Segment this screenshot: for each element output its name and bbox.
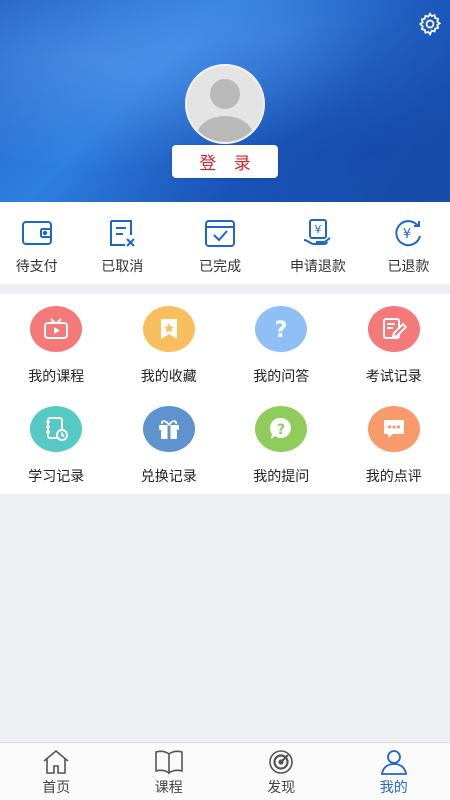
- svg-text:¥: ¥: [314, 223, 321, 236]
- play-tv-icon: [30, 306, 83, 352]
- tab-label: 发现: [267, 780, 296, 796]
- exam-pen-icon: [367, 306, 420, 352]
- wallet-icon: [20, 217, 54, 249]
- grid-item-my-questions[interactable]: ? 我的提问: [225, 394, 338, 494]
- avatar[interactable]: [185, 64, 265, 144]
- order-refunded[interactable]: ¥ 已退款: [367, 202, 450, 284]
- tab-home[interactable]: 首页: [0, 743, 113, 800]
- order-label: 已完成: [199, 259, 242, 275]
- grid-label: 我的问答: [253, 369, 310, 385]
- order-refund-request[interactable]: ¥ 申请退款: [269, 202, 367, 284]
- study-clock-icon: [30, 406, 83, 452]
- order-pending-payment[interactable]: 待支付: [0, 202, 73, 284]
- tab-mine[interactable]: 我的: [338, 743, 450, 800]
- order-label: 已退款: [387, 259, 430, 275]
- order-label: 待支付: [15, 259, 58, 275]
- order-status-bar: 待支付 已取消 已完成 ¥ 申请退款 ¥ 已退款: [0, 202, 450, 284]
- default-avatar-icon: [187, 66, 263, 142]
- login-button[interactable]: 登 录: [172, 145, 278, 178]
- refund-request-icon: ¥: [301, 217, 335, 249]
- order-completed[interactable]: 已完成: [171, 202, 269, 284]
- grid-item-my-qa[interactable]: ? 我的问答: [225, 294, 338, 394]
- comment-icon: [367, 406, 420, 452]
- grid-item-my-courses[interactable]: 我的课程: [0, 294, 113, 394]
- grid-item-exam-records[interactable]: 考试记录: [338, 294, 450, 394]
- grid-label: 学习记录: [28, 469, 85, 485]
- grid-item-study-records[interactable]: 学习记录: [0, 394, 113, 494]
- svg-text:?: ?: [277, 422, 285, 438]
- tab-label: 首页: [42, 780, 71, 796]
- grid-item-my-favorites[interactable]: 我的收藏: [113, 294, 226, 394]
- grid-label: 考试记录: [365, 369, 422, 385]
- svg-text:?: ?: [275, 318, 288, 342]
- grid-item-my-reviews[interactable]: 我的点评: [338, 394, 450, 494]
- tab-discover[interactable]: 发现: [225, 743, 338, 800]
- grid-label: 我的收藏: [140, 369, 197, 385]
- order-cancelled[interactable]: 已取消: [73, 202, 171, 284]
- order-label: 申请退款: [289, 259, 346, 275]
- svg-text:¥: ¥: [403, 227, 411, 242]
- cancelled-doc-icon: [105, 217, 139, 249]
- grid-label: 兑换记录: [140, 469, 197, 485]
- order-label: 已取消: [101, 259, 144, 275]
- user-icon: [380, 750, 407, 775]
- grid-item-redeem-records[interactable]: 兑换记录: [113, 394, 226, 494]
- grid-label: 我的提问: [253, 469, 310, 485]
- home-icon: [43, 749, 69, 774]
- settings-button[interactable]: [416, 10, 444, 38]
- completed-check-icon: [203, 217, 237, 249]
- bottom-tab-bar: 首页 课程 发现 我的: [0, 742, 450, 800]
- bookmark-star-icon: [142, 306, 195, 352]
- grid-label: 我的点评: [365, 469, 422, 485]
- book-icon: [154, 750, 183, 775]
- profile-header: 登 录: [0, 0, 450, 202]
- feature-grid: 我的课程 我的收藏 ? 我的问答 考试记录 学习记录 兑换记录 ? 我的提问 我…: [0, 294, 450, 494]
- gear-icon: [419, 12, 442, 36]
- question-bubble-icon: ?: [255, 406, 308, 452]
- tab-label: 课程: [154, 780, 183, 796]
- discover-icon: [269, 750, 294, 774]
- refunded-icon: ¥: [391, 217, 425, 249]
- tab-courses[interactable]: 课程: [113, 743, 226, 800]
- question-icon: ?: [255, 306, 308, 352]
- grid-label: 我的课程: [28, 369, 85, 385]
- tab-label: 我的: [379, 780, 408, 796]
- gift-icon: [142, 406, 195, 452]
